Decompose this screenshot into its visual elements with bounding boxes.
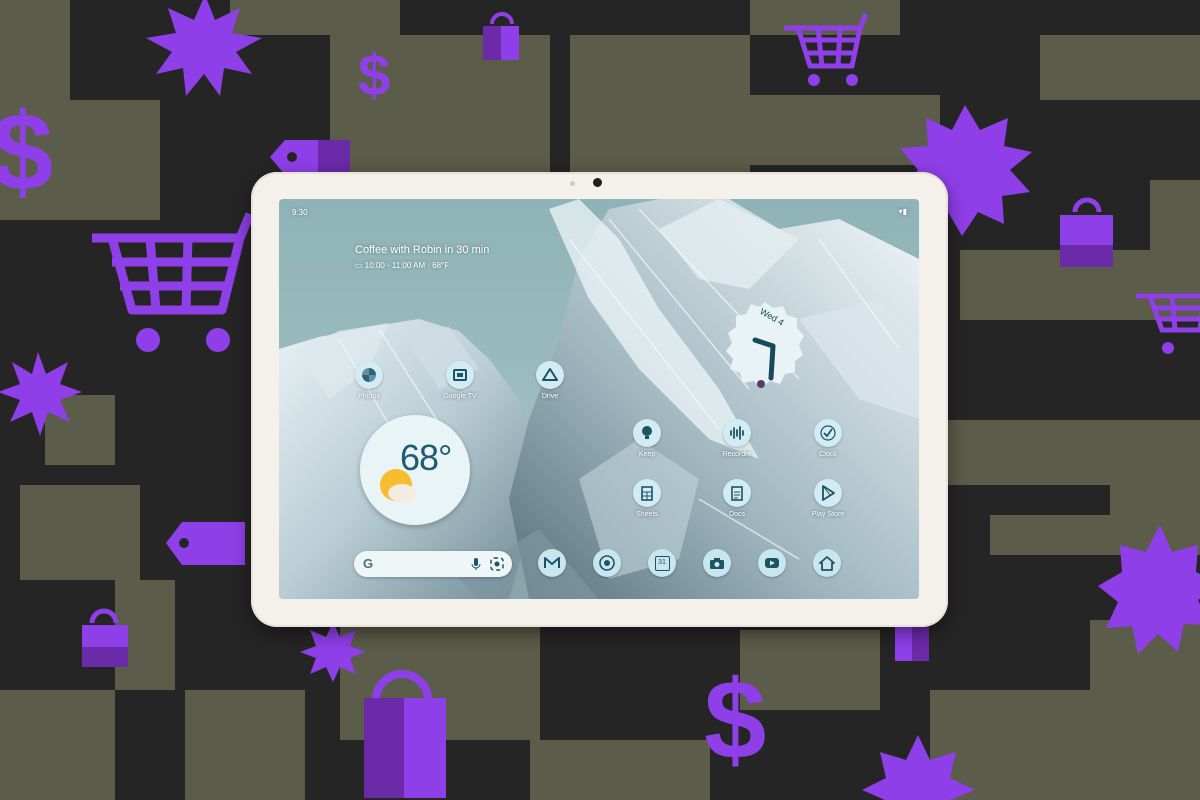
chrome-icon (593, 549, 621, 577)
shopping-cart-icon (784, 13, 869, 69)
dock-youtube[interactable] (742, 549, 802, 599)
app-sheets[interactable]: Sheets (617, 479, 677, 529)
tv-icon (446, 361, 474, 389)
starburst-icon (0, 352, 82, 436)
shopping-cart-icon (92, 212, 255, 315)
app-keep[interactable]: Keep (617, 419, 677, 469)
tablet-screen: 9:30 ▾▮ Coffee with Robin in 30 min ▭ 10… (279, 199, 919, 599)
search-bar[interactable]: G (354, 551, 512, 577)
at-a-glance-details[interactable]: ▭ 10:00 - 11:00 AM · 68°F (355, 261, 449, 270)
app-label: Drive (541, 393, 559, 400)
calendar-date: 31 (654, 555, 670, 571)
dock-chrome[interactable] (577, 549, 637, 599)
microphone-icon[interactable] (471, 557, 481, 571)
starburst-icon (1098, 525, 1200, 654)
starburst-icon (146, 0, 262, 96)
waveform-icon (723, 419, 751, 447)
starburst-icon (862, 735, 975, 800)
app-label: Recorder (722, 451, 752, 458)
dollar-sign-icon: $ (0, 91, 53, 214)
stage: $ $ $ 9:30 ▾▮ Coffee with Robin in 30 mi… (0, 0, 1200, 800)
at-a-glance-time: 10:00 - 11:00 AM · 68°F (364, 261, 450, 270)
document-icon (723, 479, 751, 507)
pinwheel-icon (355, 361, 383, 389)
calendar-icon: 31 (648, 549, 676, 577)
at-a-glance-event[interactable]: Coffee with Robin in 30 min (355, 244, 489, 256)
lens-icon[interactable] (490, 557, 504, 571)
youtube-icon (758, 549, 786, 577)
app-google-tv[interactable]: Google TV (430, 361, 490, 411)
app-docs[interactable]: Docs (707, 479, 767, 529)
dollar-sign-icon: $ (704, 657, 766, 782)
google-logo-icon: G (363, 556, 374, 571)
camera-icon (703, 549, 731, 577)
dock-home[interactable] (797, 549, 857, 599)
price-tag-icon (270, 140, 350, 175)
calendar-small-icon: ▭ (355, 261, 365, 270)
dock-gmail[interactable] (522, 549, 582, 599)
gmail-icon (538, 549, 566, 577)
weather-temperature: 68° (400, 437, 452, 478)
app-recorder[interactable]: Recorder (707, 419, 767, 469)
status-icons: ▾▮ (898, 207, 907, 216)
lightbulb-icon (633, 419, 661, 447)
starburst-icon (300, 622, 366, 682)
app-label: Play Store (811, 511, 845, 518)
app-label: Photos (358, 393, 380, 400)
drive-icon (536, 361, 564, 389)
app-label: Keep (638, 451, 656, 458)
shopping-cart-icon (1136, 293, 1200, 333)
app-label: Clock (819, 451, 837, 458)
shopping-bag-icon (895, 625, 929, 661)
dock-camera[interactable] (687, 549, 747, 599)
app-drive[interactable]: Drive (520, 361, 580, 411)
light-sensor (570, 181, 575, 186)
app-label: Docs (729, 511, 745, 518)
weather-widget[interactable]: 68° (360, 415, 470, 525)
shopping-bag-icon (483, 12, 519, 60)
shopping-bag-icon (1060, 197, 1113, 267)
dollar-sign-icon: $ (358, 43, 390, 108)
clock-widget[interactable]: Wed 4 (725, 298, 805, 390)
app-label: Sheets (636, 511, 658, 518)
spreadsheet-icon (633, 479, 661, 507)
clock-icon (814, 419, 842, 447)
app-label: Google TV (443, 393, 477, 400)
front-camera (593, 178, 602, 187)
home-icon (813, 549, 841, 577)
shopping-bag-icon (364, 670, 446, 798)
dock-calendar[interactable]: 31 (632, 549, 692, 599)
price-tag-icon (166, 522, 245, 565)
app-play-store[interactable]: Play Store (798, 479, 858, 529)
app-photos[interactable]: Photos (339, 361, 399, 411)
status-time: 9:30 (292, 208, 308, 217)
shopping-bag-icon (82, 608, 128, 667)
play-store-icon (814, 479, 842, 507)
app-clock[interactable]: Clock (798, 419, 858, 469)
